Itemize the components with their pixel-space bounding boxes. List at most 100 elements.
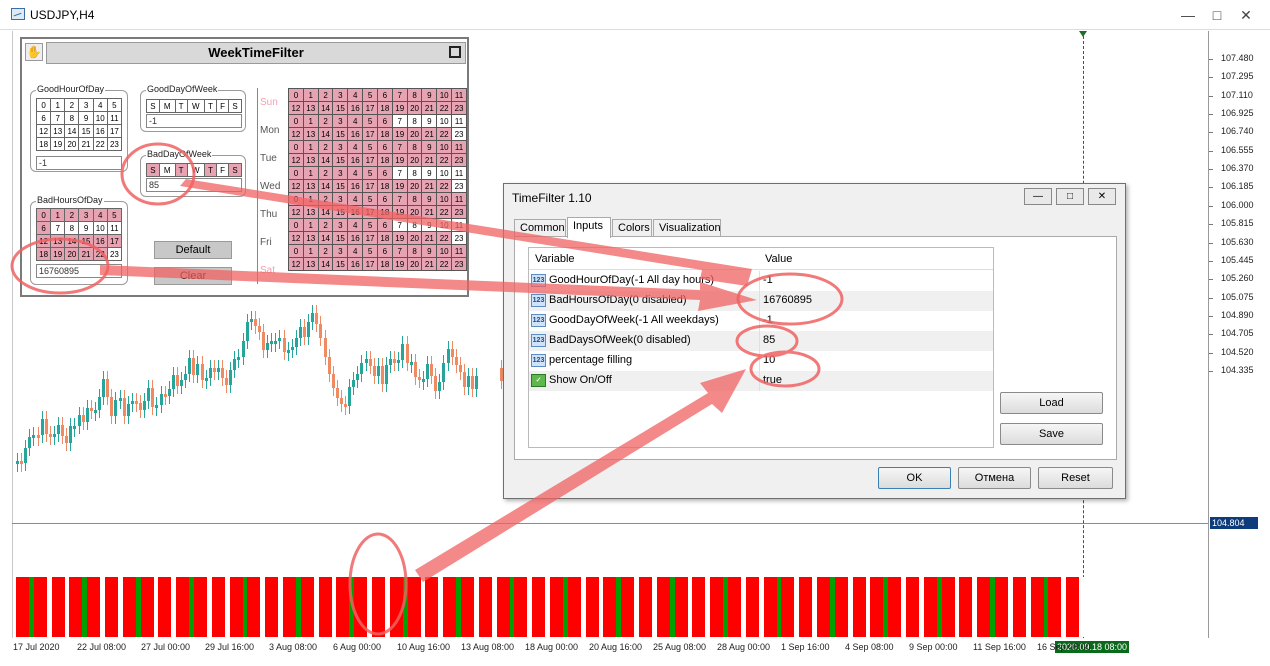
grid-cell[interactable]: T bbox=[204, 99, 218, 113]
grid-cell[interactable]: 10 bbox=[92, 111, 108, 125]
matrix-cell[interactable]: 11 bbox=[451, 166, 467, 180]
drag-hand-icon[interactable]: ✋ bbox=[25, 43, 43, 61]
grid-cell[interactable]: 0 bbox=[35, 98, 52, 112]
matrix-cell[interactable]: 17 bbox=[362, 257, 378, 271]
matrix-cell[interactable]: 0 bbox=[288, 192, 304, 206]
parameter-value[interactable]: -1 bbox=[763, 314, 773, 326]
matrix-cell[interactable]: 3 bbox=[332, 218, 349, 232]
matrix-cell[interactable]: 23 bbox=[451, 127, 467, 141]
matrix-cell[interactable]: 18 bbox=[376, 101, 393, 115]
bad-day-value[interactable]: 85 bbox=[146, 178, 242, 192]
matrix-cell[interactable]: 19 bbox=[391, 153, 408, 167]
grid-cell[interactable]: T bbox=[204, 163, 218, 177]
tab-common[interactable]: Common bbox=[514, 219, 566, 237]
grid-cell[interactable]: 12 bbox=[35, 124, 52, 138]
matrix-cell[interactable]: 1 bbox=[302, 88, 319, 102]
grid-cell[interactable]: T bbox=[174, 163, 188, 177]
matrix-cell[interactable]: 4 bbox=[347, 166, 364, 180]
grid-cell[interactable]: 11 bbox=[106, 221, 123, 235]
matrix-cell[interactable]: 15 bbox=[332, 179, 349, 193]
dialog-close-icon[interactable]: ✕ bbox=[1088, 188, 1116, 205]
matrix-cell[interactable]: 22 bbox=[436, 205, 453, 219]
grid-cell[interactable]: W bbox=[186, 99, 206, 113]
matrix-cell[interactable]: 2 bbox=[317, 114, 334, 128]
matrix-cell[interactable]: 22 bbox=[436, 179, 453, 193]
matrix-cell[interactable]: 10 bbox=[436, 114, 453, 128]
grid-cell[interactable]: 22 bbox=[92, 247, 108, 261]
matrix-cell[interactable]: 8 bbox=[406, 140, 423, 154]
matrix-cell[interactable]: 11 bbox=[451, 88, 467, 102]
matrix-cell[interactable]: 16 bbox=[347, 231, 364, 245]
matrix-cell[interactable]: 16 bbox=[347, 205, 364, 219]
matrix-cell[interactable]: 5 bbox=[362, 166, 378, 180]
matrix-cell[interactable]: 6 bbox=[376, 88, 393, 102]
matrix-cell[interactable]: 10 bbox=[436, 166, 453, 180]
matrix-cell[interactable]: 13 bbox=[302, 205, 319, 219]
matrix-cell[interactable]: 14 bbox=[317, 153, 334, 167]
matrix-cell[interactable]: 14 bbox=[317, 101, 334, 115]
matrix-cell[interactable]: 4 bbox=[347, 218, 364, 232]
matrix-cell[interactable]: 22 bbox=[436, 231, 453, 245]
matrix-cell[interactable]: 21 bbox=[421, 127, 438, 141]
matrix-cell[interactable]: 12 bbox=[288, 231, 304, 245]
dialog-minimize-icon[interactable]: — bbox=[1024, 188, 1052, 205]
grid-cell[interactable]: 0 bbox=[35, 208, 52, 222]
matrix-cell[interactable]: 12 bbox=[288, 101, 304, 115]
grid-cell[interactable]: 21 bbox=[78, 137, 94, 151]
matrix-cell[interactable]: 7 bbox=[391, 88, 408, 102]
grid-cell[interactable]: 11 bbox=[106, 111, 123, 125]
matrix-cell[interactable]: 5 bbox=[362, 244, 378, 258]
matrix-cell[interactable]: 3 bbox=[332, 114, 349, 128]
matrix-cell[interactable]: 23 bbox=[451, 257, 467, 271]
matrix-cell[interactable]: 4 bbox=[347, 244, 364, 258]
matrix-cell[interactable]: 3 bbox=[332, 88, 349, 102]
grid-cell[interactable]: T bbox=[174, 99, 188, 113]
parameter-value[interactable]: 10 bbox=[763, 354, 775, 366]
matrix-cell[interactable]: 23 bbox=[451, 153, 467, 167]
matrix-cell[interactable]: 20 bbox=[406, 231, 423, 245]
matrix-cell[interactable]: 9 bbox=[421, 218, 438, 232]
matrix-cell[interactable]: 4 bbox=[347, 140, 364, 154]
matrix-cell[interactable]: 16 bbox=[347, 127, 364, 141]
good-hour-grid[interactable]: 0 1 2 3 4 5 6 7 8 9 10 11 12 13 14 15 16 17 18 19 20 21 22 23 bbox=[35, 98, 123, 151]
matrix-cell[interactable]: 19 bbox=[391, 257, 408, 271]
grid-cell[interactable]: S bbox=[146, 99, 160, 113]
matrix-cell[interactable]: 3 bbox=[332, 244, 349, 258]
grid-cell[interactable]: 15 bbox=[78, 124, 94, 138]
matrix-cell[interactable]: 8 bbox=[406, 244, 423, 258]
matrix-cell[interactable]: 9 bbox=[421, 140, 438, 154]
matrix-cell[interactable]: 23 bbox=[451, 205, 467, 219]
matrix-cell[interactable]: 15 bbox=[332, 231, 349, 245]
matrix-cell[interactable]: 1 bbox=[302, 244, 319, 258]
matrix-cell[interactable]: 6 bbox=[376, 244, 393, 258]
matrix-cell[interactable]: 9 bbox=[421, 192, 438, 206]
matrix-cell[interactable]: 16 bbox=[347, 153, 364, 167]
grid-cell[interactable]: 10 bbox=[92, 221, 108, 235]
matrix-cell[interactable]: 12 bbox=[288, 153, 304, 167]
grid-cell[interactable]: 9 bbox=[78, 221, 94, 235]
reset-button[interactable]: Reset bbox=[1038, 467, 1113, 489]
matrix-cell[interactable]: 12 bbox=[288, 127, 304, 141]
grid-cell[interactable]: 23 bbox=[106, 137, 123, 151]
grid-cell[interactable]: M bbox=[158, 99, 176, 113]
grid-cell[interactable]: 6 bbox=[35, 111, 52, 125]
minimize-icon[interactable]: — bbox=[1178, 6, 1198, 24]
matrix-cell[interactable]: 20 bbox=[406, 101, 423, 115]
panel-maximize-icon[interactable] bbox=[449, 46, 461, 58]
matrix-cell[interactable]: 0 bbox=[288, 218, 304, 232]
matrix-cell[interactable]: 8 bbox=[406, 166, 423, 180]
parameter-row[interactable]: 123 GoodDayOfWeek(-1 All weekdays) -1 bbox=[529, 311, 993, 331]
matrix-cell[interactable]: 19 bbox=[391, 127, 408, 141]
grid-cell[interactable]: 7 bbox=[50, 111, 66, 125]
matrix-cell[interactable]: 23 bbox=[451, 101, 467, 115]
matrix-cell[interactable]: 2 bbox=[317, 192, 334, 206]
matrix-cell[interactable]: 14 bbox=[317, 179, 334, 193]
matrix-cell[interactable]: 14 bbox=[317, 231, 334, 245]
matrix-cell[interactable]: 8 bbox=[406, 218, 423, 232]
matrix-cell[interactable]: 3 bbox=[332, 192, 349, 206]
matrix-cell[interactable]: 17 bbox=[362, 205, 378, 219]
grid-cell[interactable]: 18 bbox=[35, 247, 52, 261]
matrix-cell[interactable]: 21 bbox=[421, 231, 438, 245]
matrix-cell[interactable]: 20 bbox=[406, 153, 423, 167]
grid-cell[interactable]: 5 bbox=[106, 98, 123, 112]
